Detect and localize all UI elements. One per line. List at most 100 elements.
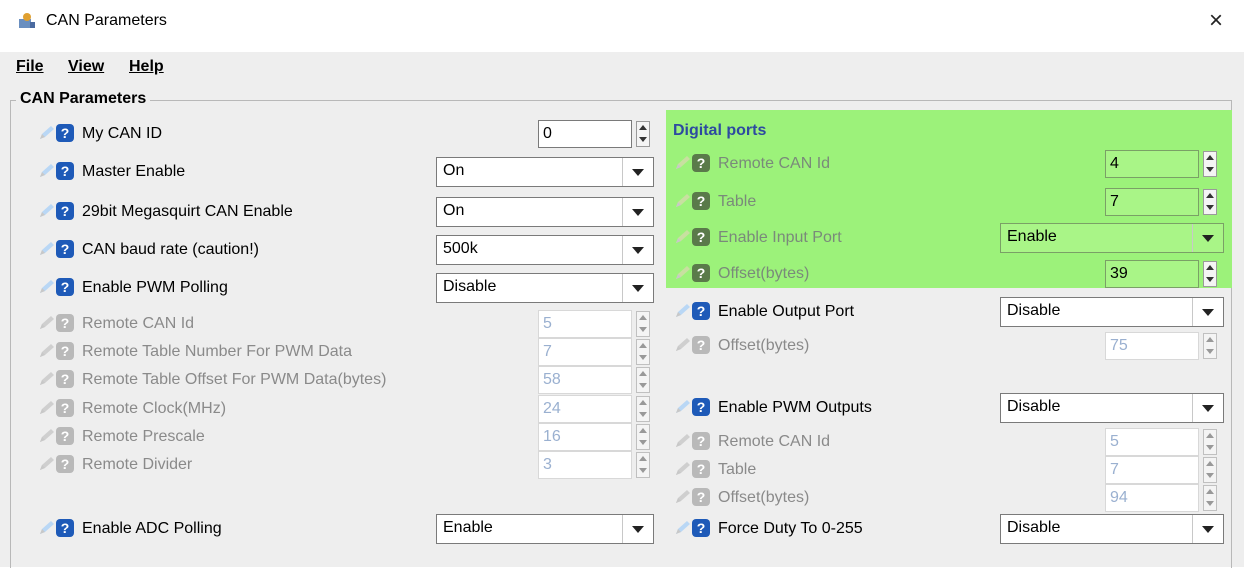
edit-pencil-icon[interactable] (674, 264, 692, 282)
param-row-remote-can-id: ? Remote CAN Id (674, 430, 1074, 454)
enable-output-port-dropdown[interactable]: Disable (1000, 297, 1224, 327)
param-row-offset-bytes: ? Offset(bytes) (674, 486, 1074, 510)
remote-can-id-input: 5 (538, 310, 632, 338)
edit-pencil-icon (38, 399, 56, 417)
chevron-down-icon[interactable] (1192, 298, 1223, 326)
edit-pencil-icon[interactable] (674, 154, 692, 172)
spinner-arrows-icon (636, 367, 650, 393)
edit-pencil-icon[interactable] (674, 192, 692, 210)
29bit-megasquirt-can-enable-dropdown[interactable]: On (436, 197, 654, 227)
param-label: Enable ADC Polling (82, 520, 222, 537)
help-icon[interactable]: ? (692, 192, 710, 210)
param-label: Enable PWM Outputs (718, 399, 872, 416)
remote-can-id-input[interactable]: 4 (1105, 150, 1199, 178)
param-row-remote-clock-mhz: ? Remote Clock(MHz) (38, 397, 438, 421)
param-label: My CAN ID (82, 125, 162, 142)
help-icon[interactable]: ? (692, 519, 710, 537)
param-row-29bit-megasquirt-can-enable: ? 29bit Megasquirt CAN Enable (38, 200, 438, 224)
spinner-arrows-icon (636, 396, 650, 422)
edit-pencil-icon[interactable] (674, 398, 692, 416)
digital-ports-title: Digital ports (673, 122, 767, 139)
help-icon[interactable]: ? (692, 302, 710, 320)
my-can-id-input[interactable]: 0 (538, 120, 632, 148)
edit-pencil-icon (674, 488, 692, 506)
help-icon[interactable]: ? (692, 154, 710, 172)
chevron-down-icon[interactable] (622, 274, 653, 302)
table-input[interactable]: 7 (1105, 188, 1199, 216)
param-label: Remote CAN Id (718, 433, 831, 450)
edit-pencil-icon[interactable] (38, 278, 56, 296)
edit-pencil-icon (674, 432, 692, 450)
edit-pencil-icon[interactable] (38, 162, 56, 180)
dropdown-value: Disable (443, 278, 497, 295)
menu-file[interactable]: File (16, 58, 44, 76)
spinner-arrows-icon[interactable] (636, 121, 650, 147)
enable-pwm-outputs-dropdown[interactable]: Disable (1000, 393, 1224, 423)
spinner-arrows-icon (1203, 333, 1217, 359)
dropdown-value: On (443, 202, 465, 219)
edit-pencil-icon[interactable] (38, 124, 56, 142)
offset-bytes-input[interactable]: 39 (1105, 260, 1199, 288)
help-icon[interactable]: ? (692, 264, 710, 282)
chevron-down-icon[interactable] (622, 236, 653, 264)
remote-can-id-input: 5 (1105, 428, 1199, 456)
master-enable-dropdown[interactable]: On (436, 157, 654, 187)
spinner-arrows-icon (636, 424, 650, 450)
spinner-arrows-icon (1203, 485, 1217, 511)
enable-input-port-dropdown[interactable]: Enable (1000, 223, 1224, 253)
help-icon[interactable]: ? (56, 240, 74, 258)
enable-pwm-polling-dropdown[interactable]: Disable (436, 273, 654, 303)
help-icon[interactable]: ? (692, 228, 710, 246)
edit-pencil-icon (38, 314, 56, 332)
dropdown-value: 500k (443, 240, 478, 257)
enable-adc-polling-dropdown[interactable]: Enable (436, 514, 654, 544)
spinner-arrows-icon (636, 452, 650, 478)
spinner-arrows-icon[interactable] (1203, 151, 1217, 177)
dropdown-value: Enable (1007, 228, 1057, 245)
chevron-down-icon[interactable] (622, 158, 653, 186)
force-duty-to-0-255-dropdown[interactable]: Disable (1000, 514, 1224, 544)
help-icon[interactable]: ? (56, 124, 74, 142)
help-icon[interactable]: ? (56, 162, 74, 180)
spinner-arrows-icon[interactable] (1203, 189, 1217, 215)
help-icon[interactable]: ? (692, 398, 710, 416)
param-label: Enable PWM Polling (82, 279, 228, 296)
param-label: Remote Table Offset For PWM Data(bytes) (82, 371, 387, 388)
spinner-arrows-icon[interactable] (1203, 261, 1217, 287)
chevron-down-icon[interactable] (1192, 224, 1223, 252)
param-row-remote-can-id: ? Remote CAN Id (38, 312, 438, 336)
param-row-master-enable: ? Master Enable (38, 160, 438, 184)
edit-pencil-icon[interactable] (674, 228, 692, 246)
window-title: CAN Parameters (46, 12, 167, 29)
help-icon: ? (692, 488, 710, 506)
menu-view[interactable]: View (68, 58, 104, 76)
help-icon[interactable]: ? (56, 519, 74, 537)
param-row-remote-table-offset-for-pwm-data-bytes: ? Remote Table Offset For PWM Data(bytes) (38, 368, 438, 392)
chevron-down-icon[interactable] (1192, 394, 1223, 422)
remote-table-offset-for-pwm-data-bytes-input: 58 (538, 366, 632, 394)
menu-help[interactable]: Help (129, 58, 164, 76)
help-icon[interactable]: ? (56, 202, 74, 220)
chevron-down-icon[interactable] (622, 198, 653, 226)
can-baud-rate-caution-dropdown[interactable]: 500k (436, 235, 654, 265)
help-icon: ? (56, 455, 74, 473)
param-label: Force Duty To 0-255 (718, 520, 863, 537)
edit-pencil-icon[interactable] (38, 240, 56, 258)
param-row-my-can-id: ? My CAN ID (38, 122, 438, 146)
param-row-can-baud-rate-caution: ? CAN baud rate (caution!) (38, 238, 438, 262)
edit-pencil-icon[interactable] (38, 202, 56, 220)
param-row-remote-table-number-for-pwm-data: ? Remote Table Number For PWM Data (38, 340, 438, 364)
title-bar: CAN Parameters × (0, 0, 1244, 48)
chevron-down-icon[interactable] (1192, 515, 1223, 543)
edit-pencil-icon[interactable] (674, 302, 692, 320)
param-label: Offset(bytes) (718, 489, 810, 506)
param-row-enable-adc-polling: ? Enable ADC Polling (38, 517, 438, 541)
chevron-down-icon[interactable] (622, 515, 653, 543)
close-button[interactable]: × (1198, 6, 1234, 36)
offset-bytes-input: 75 (1105, 332, 1199, 360)
help-icon: ? (692, 460, 710, 478)
edit-pencil-icon[interactable] (38, 519, 56, 537)
param-label: Offset(bytes) (718, 265, 810, 282)
help-icon[interactable]: ? (56, 278, 74, 296)
edit-pencil-icon[interactable] (674, 519, 692, 537)
